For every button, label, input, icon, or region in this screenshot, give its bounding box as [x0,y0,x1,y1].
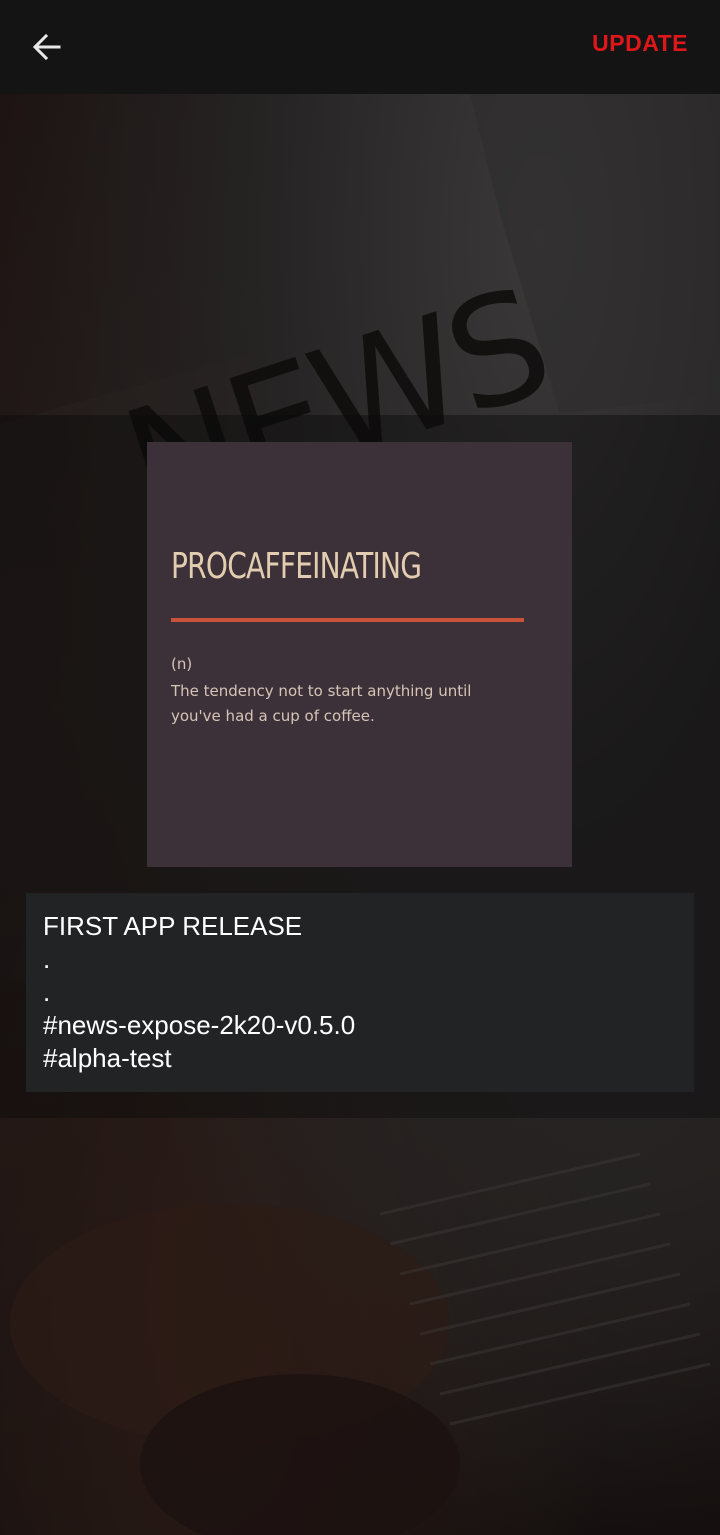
card-divider [171,618,524,622]
caption-text: FIRST APP RELEASE . . #news-expose-2k20-… [43,910,355,1075]
caption-line: FIRST APP RELEASE [43,911,303,941]
card-definition: The tendency not to start anything until… [171,682,472,725]
top-app-bar: UPDATE [0,0,720,94]
caption-line: #news-expose-2k20-v0.5.0 [43,1010,356,1040]
caption-line: . [43,977,51,1007]
caption-line: . [43,944,51,974]
caption-line: #alpha-test [43,1043,172,1073]
card-part-of-speech: (n) [171,655,193,673]
update-button[interactable]: UPDATE [592,30,688,57]
card-title: PROCAFFEINATING [171,546,422,587]
back-button[interactable] [18,18,76,76]
post-image: PROCAFFEINATING (n) The tendency not to … [147,442,572,867]
post-caption: FIRST APP RELEASE . . #news-expose-2k20-… [26,893,694,1092]
arrow-left-icon [32,33,61,61]
